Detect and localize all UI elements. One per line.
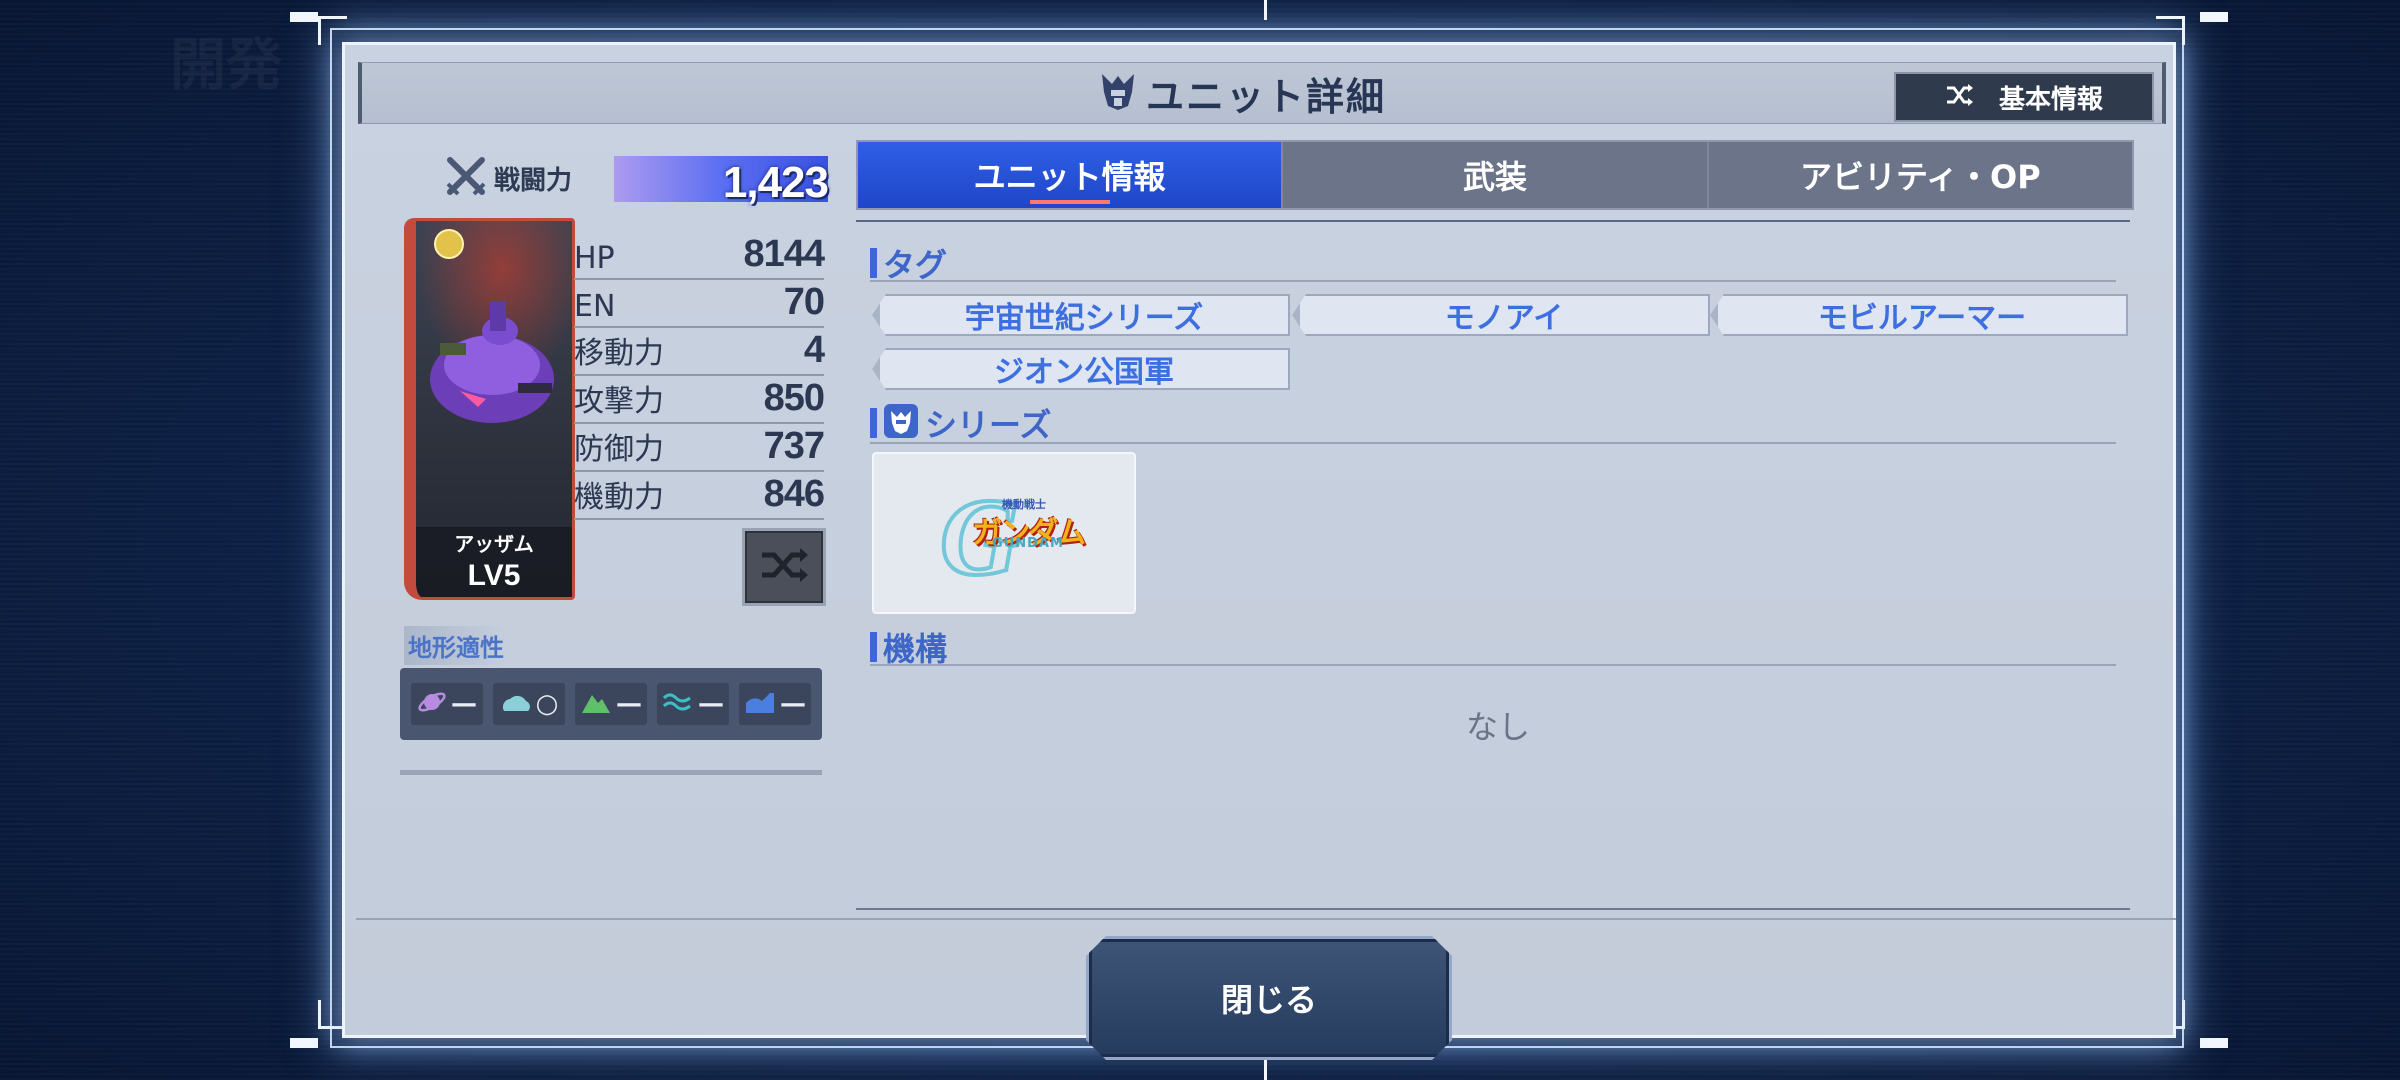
ground-icon — [580, 689, 612, 719]
section-rule — [870, 442, 2116, 444]
toggle-label: 基本情報 — [1998, 84, 2103, 115]
detail-tabs: ユニット情報 武装 アビリティ・OP — [856, 140, 2134, 210]
swap-unit-button[interactable] — [742, 528, 826, 606]
stat-label: HP — [574, 241, 615, 276]
terrain-adaptability: — ○ — — — — [400, 668, 822, 740]
combat-power: 戦闘力 1,423 — [444, 150, 829, 207]
tab-unit-info[interactable]: ユニット情報 — [858, 142, 1284, 208]
stats-list: HP 8144 EN 70 移動力 4 攻撃力 850 防御力 737 機動力 … — [574, 232, 825, 520]
stat-row-attack: 攻撃力 850 — [574, 376, 825, 424]
terrain-air: ○ — [493, 683, 565, 725]
frame-tick — [290, 12, 318, 22]
tab-label: アビリティ・OP — [1799, 158, 2041, 196]
stat-value: 850 — [763, 377, 825, 419]
frame-tick — [290, 1038, 318, 1048]
stat-label: 機動力 — [574, 480, 664, 515]
left-divider — [400, 770, 822, 775]
stat-row-defense: 防御力 737 — [574, 424, 825, 472]
tabs-rule — [856, 220, 2130, 222]
stat-row-movement: 移動力 4 — [574, 328, 825, 376]
unit-level: LV5 — [467, 559, 521, 592]
tag-label: モビルアーマー — [1817, 301, 2027, 336]
terrain-ground: — — [575, 683, 647, 725]
stat-value: 70 — [783, 281, 825, 323]
gundam-logo-sub: GUNDAM — [992, 536, 1064, 551]
terrain-grade: — — [451, 689, 477, 719]
unit-name: アッザム — [454, 532, 534, 556]
section-marker — [870, 408, 877, 438]
terrain-grade: — — [780, 689, 806, 719]
section-rule — [870, 664, 2116, 666]
terrain-grade: ○ — [535, 689, 559, 719]
terrain-space: — — [411, 683, 483, 725]
basic-info-toggle-button[interactable]: 基本情報 — [1894, 72, 2154, 122]
frame-tick — [2200, 1038, 2228, 1048]
stat-row-hp: HP 8144 — [574, 232, 825, 280]
stat-row-en: EN 70 — [574, 280, 825, 328]
tag-label: 宇宙世紀シリーズ — [964, 301, 1204, 336]
terrain-grade: — — [616, 689, 642, 719]
stat-label: EN — [574, 289, 616, 324]
tab-weapons[interactable]: 武装 — [1283, 142, 1709, 208]
footer-rule — [356, 918, 2176, 920]
mechanism-empty-text: なし — [1466, 708, 1531, 746]
close-label: 閉じる — [1220, 981, 1317, 1019]
stat-label: 移動力 — [574, 336, 664, 371]
title-text: ユニット詳細 — [1146, 74, 1387, 119]
series-section-header: シリーズ — [870, 400, 1051, 446]
terrain-water-surface: — — [657, 683, 729, 725]
series-icon — [883, 403, 919, 443]
tab-active-indicator — [1029, 200, 1110, 204]
stat-label: 攻撃力 — [574, 384, 664, 419]
frame-corner — [318, 16, 347, 45]
terrain-underwater: — — [739, 683, 811, 725]
stat-value: 8144 — [743, 233, 825, 275]
background-ghost-text: 開発 — [170, 33, 282, 98]
stat-label: 防御力 — [574, 432, 664, 467]
water-surface-icon — [662, 689, 694, 719]
space-icon — [417, 687, 447, 721]
tab-abilities-op[interactable]: アビリティ・OP — [1709, 142, 2132, 208]
stat-value: 846 — [763, 473, 825, 515]
frame-tick — [2200, 12, 2228, 22]
combat-power-label: 戦闘力 — [494, 165, 573, 196]
section-title: シリーズ — [925, 406, 1052, 444]
tab-label: ユニット情報 — [973, 158, 1166, 196]
stat-value: 4 — [803, 329, 825, 371]
close-button[interactable]: 閉じる — [1086, 936, 1452, 1060]
stat-row-mobility: 機動力 846 — [574, 472, 825, 520]
combat-power-bar: 1,423 — [614, 156, 829, 207]
air-icon — [500, 689, 532, 719]
underwater-icon — [744, 689, 776, 719]
mobile-suit-head-icon — [1098, 70, 1138, 116]
section-rule — [870, 280, 2116, 282]
content-bottom-rule — [856, 908, 2130, 910]
tag-label: モノアイ — [1444, 301, 1564, 336]
tag-item[interactable]: 宇宙世紀シリーズ — [872, 294, 1290, 336]
unit-portrait — [430, 301, 554, 423]
favorite-badge-icon — [434, 229, 464, 259]
swap-arrows-icon — [758, 545, 810, 589]
stat-value: 737 — [763, 425, 825, 467]
terrain-grade: — — [698, 689, 724, 719]
tag-label: ジオン公国軍 — [994, 355, 1174, 390]
crossed-swords-icon — [444, 154, 488, 202]
frame-tick — [1264, 1060, 1267, 1080]
tag-item[interactable]: ジオン公国軍 — [872, 348, 1290, 390]
section-marker — [870, 632, 877, 662]
tag-item[interactable]: モノアイ — [1292, 294, 1710, 336]
section-marker — [870, 248, 877, 278]
shuffle-icon — [1945, 83, 1975, 111]
frame-corner — [2156, 16, 2185, 45]
tab-label: 武装 — [1462, 158, 1527, 196]
unit-card[interactable]: アッザム LV5 — [404, 218, 575, 600]
terrain-title: 地形適性 — [404, 626, 508, 665]
panel-title: ユニット詳細 — [1098, 68, 1387, 119]
tag-item[interactable]: モビルアーマー — [1710, 294, 2128, 336]
combat-power-value: 1,423 — [722, 158, 829, 207]
frame-tick — [1264, 0, 1267, 20]
